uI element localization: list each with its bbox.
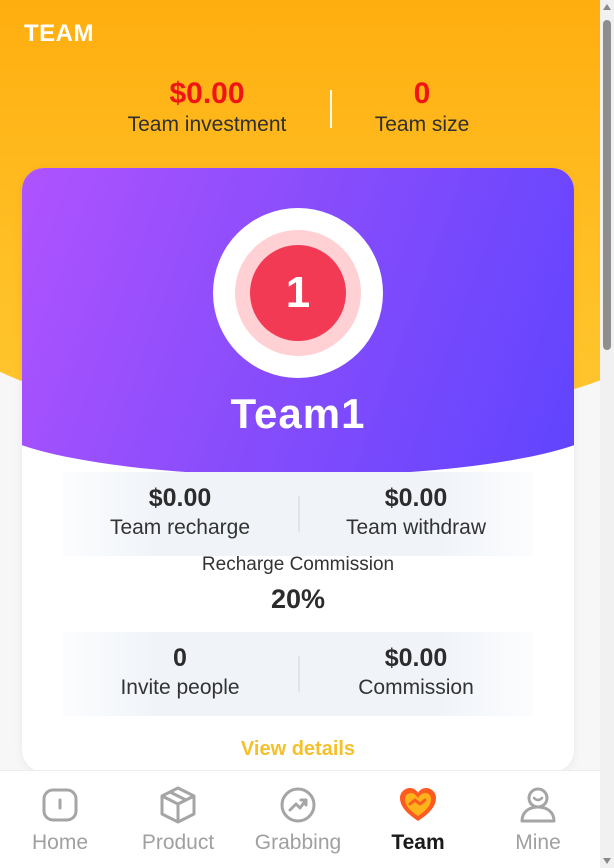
team-page: TEAM $0.00 Team investment 0 Team size 1… (0, 0, 614, 868)
team-withdraw-label: Team withdraw (345, 516, 487, 539)
commission-label: Commission (358, 676, 474, 699)
scrollbar-thumb[interactable] (603, 20, 611, 350)
recharge-commission-value: 20% (270, 584, 326, 614)
team-recharge-stat: $0.00 Team recharge (62, 482, 298, 542)
team-level-badge: 1 (213, 208, 383, 378)
trend-icon (280, 787, 316, 823)
team-withdraw-stat: $0.00 Team withdraw (298, 482, 534, 542)
nav-label-team: Team (391, 831, 445, 854)
recharge-withdraw-row: $0.00 Team recharge $0.00 Team withdraw (62, 472, 534, 556)
team-card: 1 Team1 $0.00 Team recharge $0.00 Team w… (22, 168, 574, 772)
nav-item-grabbing[interactable]: Grabbing (238, 785, 358, 855)
recharge-commission-label: Recharge Commission (201, 554, 395, 575)
team-investment-label: Team investment (127, 113, 287, 136)
invite-people-stat: 0 Invite people (62, 642, 298, 702)
invite-commission-row: 0 Invite people $0.00 Commission (62, 632, 534, 716)
nav-item-mine[interactable]: Mine (478, 785, 598, 855)
team-investment-value: $0.00 (169, 77, 245, 110)
team-size-value: 0 (413, 77, 431, 110)
team-investment-summary: $0.00 Team investment (87, 76, 327, 138)
invite-people-label: Invite people (120, 676, 240, 699)
commission-stat: $0.00 Commission (298, 642, 534, 702)
view-details-link[interactable]: View details (22, 738, 574, 761)
nav-label-grabbing: Grabbing (254, 831, 342, 854)
team-summary: $0.00 Team investment 0 Team size (0, 76, 600, 142)
commission-value: $0.00 (384, 644, 448, 672)
scroll-down-arrow-icon[interactable] (603, 858, 611, 864)
team-level-number: 1 (250, 245, 346, 341)
nav-item-team[interactable]: Team (358, 785, 478, 855)
page-title: TEAM (24, 20, 94, 47)
scroll-up-arrow-icon[interactable] (603, 4, 611, 10)
team-size-label: Team size (374, 113, 470, 136)
nav-label-home: Home (31, 831, 89, 854)
badge-ring: 1 (235, 230, 361, 356)
team-withdraw-value: $0.00 (384, 484, 448, 512)
page-scrollbar[interactable] (600, 0, 614, 868)
nav-item-home[interactable]: Home (0, 785, 120, 855)
nav-label-mine: Mine (515, 831, 561, 854)
team-recharge-value: $0.00 (148, 484, 212, 512)
invite-people-value: 0 (173, 644, 187, 672)
nav-label-product: Product (141, 831, 215, 854)
team-recharge-label: Team recharge (109, 516, 251, 539)
nav-item-product[interactable]: Product (118, 785, 238, 855)
box-icon (160, 786, 196, 824)
team-name: Team1 (230, 390, 366, 437)
home-icon (42, 788, 78, 822)
handshake-heart-icon (400, 788, 436, 821)
team-size-summary: 0 Team size (302, 76, 542, 138)
bottom-navigation: Home Product Grabbing Team Mine (0, 770, 600, 868)
user-icon (520, 787, 556, 823)
